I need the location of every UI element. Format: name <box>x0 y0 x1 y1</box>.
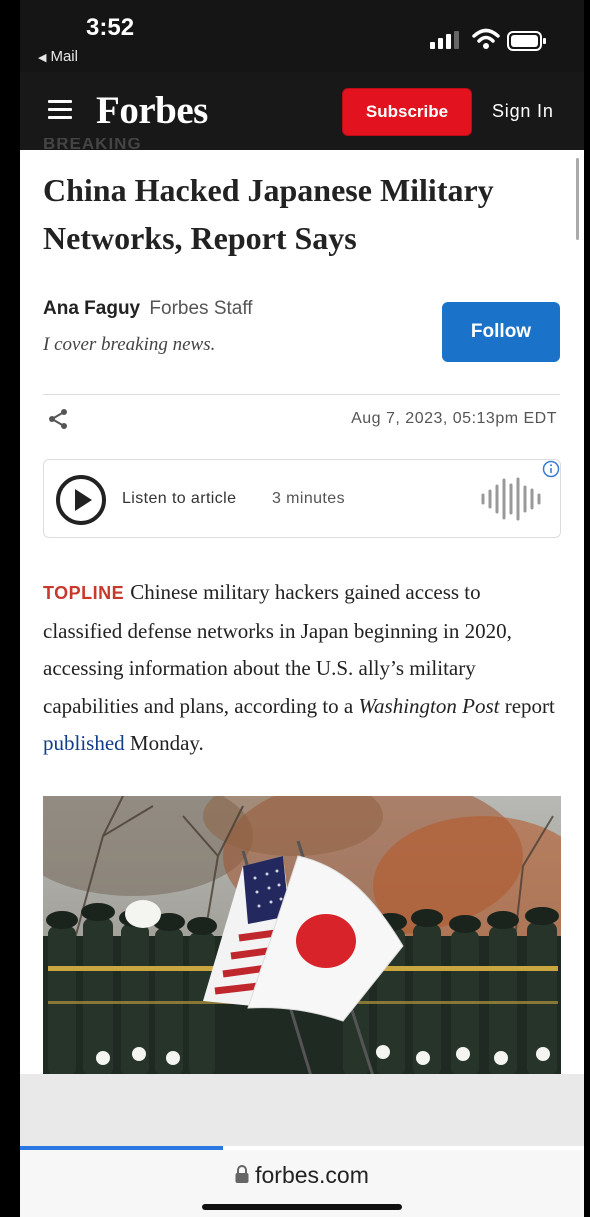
wifi-icon <box>472 28 500 49</box>
sign-in-link[interactable]: Sign In <box>492 101 554 122</box>
divider <box>43 394 560 395</box>
audio-duration: 3 minutes <box>272 490 345 507</box>
article-kicker: BREAKING <box>43 138 142 152</box>
back-to-mail[interactable]: ◀ Mail <box>38 48 78 65</box>
hamburger-menu-icon[interactable] <box>48 100 72 120</box>
lock-icon <box>235 1165 249 1184</box>
status-time: 3:52 <box>86 14 135 41</box>
published-link[interactable]: published <box>43 731 125 755</box>
share-icon[interactable] <box>47 408 69 430</box>
url-display[interactable]: forbes.com <box>20 1162 584 1189</box>
source-name: Washington Post <box>358 693 500 718</box>
back-label: Mail <box>50 48 78 65</box>
ad-placeholder <box>20 1074 584 1146</box>
play-icon[interactable] <box>55 474 107 526</box>
author-name[interactable]: Ana Faguy <box>43 298 140 319</box>
back-arrow-icon: ◀ <box>38 52 47 64</box>
article-photo <box>43 796 561 1076</box>
body-text-2: report <box>499 693 555 718</box>
author-bio: I cover breaking news. <box>43 334 216 355</box>
follow-button[interactable]: Follow <box>442 302 560 362</box>
phone-screen: 3:52 ◀ Mail Forbes Subscribe Sign In BREA… <box>20 0 584 1217</box>
audio-player[interactable]: Listen to article 3 minutes <box>43 459 561 538</box>
battery-icon <box>507 31 546 51</box>
article-body: TOPLINE Chinese military hackers gained a… <box>43 574 563 763</box>
author-line: Ana Faguy Forbes Staff <box>43 298 253 320</box>
topline-label: TOPLINE <box>43 583 125 603</box>
status-bar: 3:52 ◀ Mail <box>20 0 584 72</box>
scrollbar[interactable] <box>576 158 579 240</box>
publish-date: Aug 7, 2023, 05:13pm EDT <box>351 410 557 427</box>
info-icon[interactable] <box>542 460 560 478</box>
author-role: Forbes Staff <box>149 298 253 319</box>
subscribe-button[interactable]: Subscribe <box>342 88 472 136</box>
article-title: China Hacked Japanese Military Networks,… <box>43 172 494 256</box>
home-indicator[interactable] <box>202 1204 402 1210</box>
forbes-logo[interactable]: Forbes <box>96 88 208 133</box>
body-text-3: Monday. <box>124 731 204 755</box>
browser-url-bar[interactable]: forbes.com <box>20 1150 584 1217</box>
signal-icon <box>430 31 459 49</box>
url-text: forbes.com <box>255 1162 369 1188</box>
audio-wave-icon <box>481 477 541 521</box>
listen-label: Listen to article <box>122 490 237 507</box>
